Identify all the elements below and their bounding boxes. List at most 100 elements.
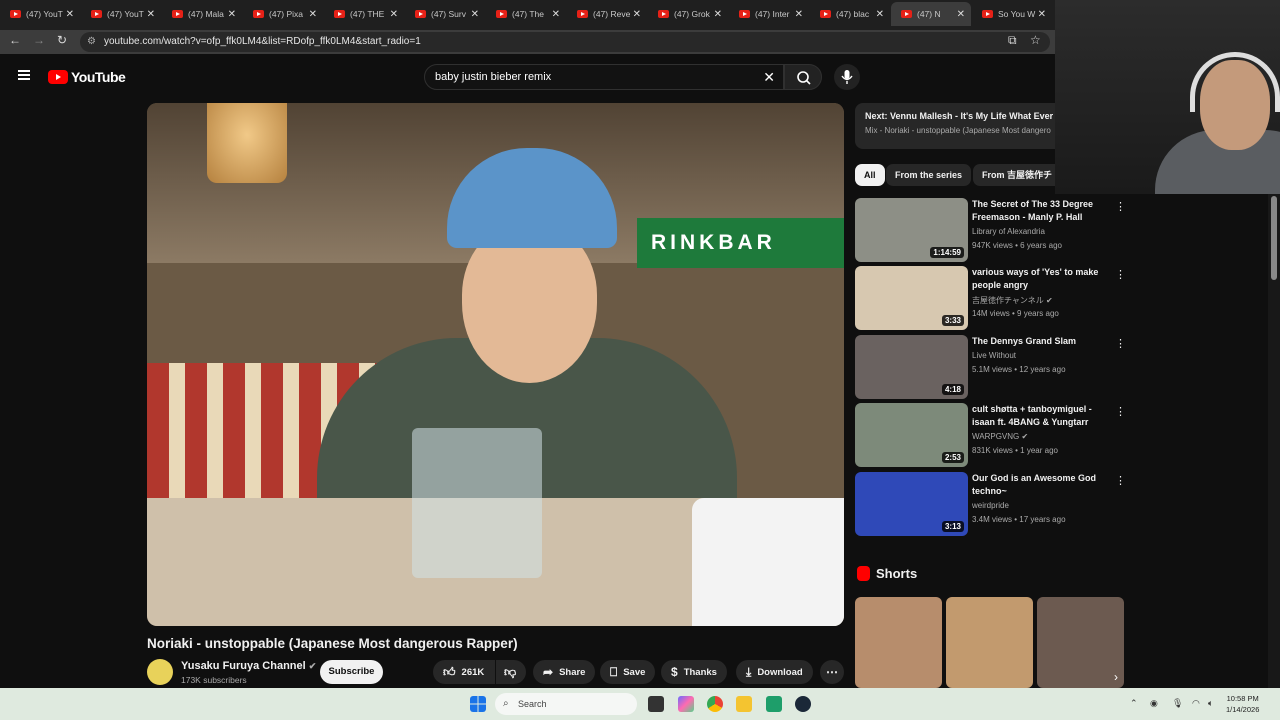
volume-icon[interactable]: 🔈︎ (1208, 698, 1213, 709)
voice-search-button[interactable] (834, 64, 860, 90)
close-tab-icon[interactable]: ✕ (876, 9, 884, 20)
recommendation-channel[interactable]: 吉屋徳作チャンネル ✔ (972, 295, 1053, 306)
more-actions-button[interactable]: ⋯ (820, 660, 844, 684)
close-tab-icon[interactable]: ✕ (1038, 9, 1046, 20)
save-button[interactable]: ⎕ Save (600, 660, 656, 684)
task-view-icon[interactable] (648, 696, 664, 712)
menu-icon[interactable] (18, 70, 30, 80)
copilot-icon[interactable] (678, 696, 694, 712)
recommendation-item[interactable]: 1:14:59 The Secret of The 33 Degree Freem… (855, 198, 1126, 262)
close-tab-icon[interactable]: ✕ (957, 9, 965, 20)
browser-tab[interactable]: (47) Surv ✕ (405, 4, 485, 24)
browser-tab[interactable]: (47) Mala ✕ (162, 4, 242, 24)
more-vertical-icon[interactable]: ⋮ (1115, 337, 1126, 350)
chevron-right-icon[interactable]: › (1114, 670, 1118, 684)
chip-all[interactable]: All (855, 164, 885, 186)
close-tab-icon[interactable]: ✕ (714, 9, 722, 20)
recommendation-title[interactable]: cult shøtta + tanboymiguel - isaan ft. 4… (972, 403, 1112, 429)
recommendation-channel[interactable]: Library of Alexandria (972, 227, 1045, 236)
search-input[interactable]: baby justin bieber remix ✕ (424, 64, 784, 90)
channel-avatar[interactable] (147, 659, 173, 685)
site-info-icon[interactable]: ⚙ (87, 32, 96, 52)
dislike-button[interactable]: 👎︎ (496, 660, 526, 684)
system-clock[interactable]: 10:58 PM 1/14/2026 (1226, 693, 1259, 715)
recommendation-title[interactable]: The Secret of The 33 Degree Freemason - … (972, 198, 1112, 224)
browser-tab[interactable]: (47) Inter ✕ (729, 4, 809, 24)
chrome-icon[interactable] (707, 696, 723, 712)
close-tab-icon[interactable]: ✕ (390, 9, 398, 20)
recommendation-title[interactable]: various ways of 'Yes' to make people ang… (972, 266, 1112, 292)
video-thumbnail[interactable]: 1:14:59 (855, 198, 968, 262)
recommendation-item[interactable]: 3:33 various ways of 'Yes' to make people… (855, 266, 1126, 330)
recommendation-item[interactable]: 4:18 The Dennys Grand Slam Live Without 5.1… (855, 335, 1126, 399)
close-tab-icon[interactable]: ✕ (471, 9, 479, 20)
close-tab-icon[interactable]: ✕ (309, 9, 317, 20)
microphone-tray-icon[interactable]: 🎙︎ (1172, 698, 1183, 709)
install-app-icon[interactable]: ⧉ (1008, 33, 1017, 48)
youtube-logo[interactable]: YouTube (48, 69, 126, 85)
wifi-icon[interactable]: ◠ (1192, 698, 1200, 709)
video-thumbnail[interactable]: 2:53 (855, 403, 968, 467)
clock-time: 10:58 PM (1226, 694, 1259, 703)
shorts-thumbnail[interactable] (946, 597, 1033, 688)
shorts-thumbnail[interactable] (1037, 597, 1124, 688)
channel-name[interactable]: Yusaku Furuya Channel ✔ (181, 660, 316, 672)
address-bar[interactable]: ⚙ youtube.com/watch?v=ofp_ffk0LM4&list=R… (80, 32, 1050, 52)
bookmark-star-icon[interactable]: ☆ (1030, 33, 1041, 47)
like-button[interactable]: 👍︎ 261K (433, 660, 495, 684)
more-vertical-icon[interactable]: ⋮ (1115, 200, 1126, 213)
scrollbar-thumb[interactable] (1271, 196, 1277, 280)
more-vertical-icon[interactable]: ⋮ (1115, 405, 1126, 418)
tray-app-icon[interactable]: ◉ (1150, 698, 1158, 709)
more-vertical-icon[interactable]: ⋮ (1115, 474, 1126, 487)
close-tab-icon[interactable]: ✕ (228, 9, 236, 20)
search-button[interactable] (784, 64, 822, 90)
show-hidden-icons-icon[interactable]: ⌃ (1130, 698, 1138, 709)
recommendation-channel[interactable]: weirdpride (972, 501, 1009, 510)
chip-from-the-series[interactable]: From the series (886, 164, 972, 186)
share-button[interactable]: ➦ Share (533, 660, 596, 684)
page-scrollbar[interactable] (1268, 194, 1280, 688)
recommendation-channel[interactable]: Live Without (972, 351, 1016, 360)
playlist-next-card[interactable]: Next: Vennu Mallesh - It's My Life What … (855, 103, 1055, 149)
browser-tab[interactable]: (47) N ✕ (891, 2, 971, 26)
thanks-button[interactable]: $ Thanks (661, 660, 727, 684)
close-tab-icon[interactable]: ✕ (66, 9, 74, 20)
recommendation-channel[interactable]: WARPGVNG ✔ (972, 432, 1028, 441)
browser-tab[interactable]: (47) YouT ✕ (81, 4, 161, 24)
more-vertical-icon[interactable]: ⋮ (1115, 268, 1126, 281)
close-tab-icon[interactable]: ✕ (147, 9, 155, 20)
close-tab-icon[interactable]: ✕ (633, 9, 641, 20)
clear-search-icon[interactable]: ✕ (763, 65, 775, 89)
back-icon[interactable]: ← (9, 33, 21, 47)
forward-icon[interactable]: → (33, 33, 45, 47)
download-button[interactable]: ⤓ Download (736, 660, 813, 684)
browser-tab[interactable]: (47) Reve ✕ (567, 4, 647, 24)
video-thumbnail[interactable]: 3:13 (855, 472, 968, 536)
browser-tab[interactable]: (47) blac ✕ (810, 4, 890, 24)
browser-tab[interactable]: (47) The ✕ (486, 4, 566, 24)
browser-tab[interactable]: (47) YouT ✕ (0, 4, 80, 24)
subscribe-button[interactable]: Subscribe (320, 660, 383, 684)
browser-tab[interactable]: So You W ✕ (972, 4, 1052, 24)
browser-tab[interactable]: (47) THE ✕ (324, 4, 404, 24)
video-thumbnail[interactable]: 3:33 (855, 266, 968, 330)
recommendation-title[interactable]: The Dennys Grand Slam (972, 335, 1112, 348)
file-explorer-icon[interactable] (736, 696, 752, 712)
taskbar-search[interactable]: ⌕ Search (495, 693, 637, 715)
video-thumbnail[interactable]: 4:18 (855, 335, 968, 399)
close-tab-icon[interactable]: ✕ (552, 9, 560, 20)
steam-icon[interactable] (795, 696, 811, 712)
reload-icon[interactable]: ↻ (57, 33, 67, 47)
browser-tab[interactable]: (47) Grok ✕ (648, 4, 728, 24)
close-tab-icon[interactable]: ✕ (795, 9, 803, 20)
recommendation-title[interactable]: Our God is an Awesome God techno~ (972, 472, 1112, 498)
recommendation-item[interactable]: 3:13 Our God is an Awesome God techno~ wei… (855, 472, 1126, 536)
windows-start-icon[interactable] (470, 696, 486, 712)
video-player[interactable]: RINKBAR (147, 103, 844, 626)
app-icon[interactable] (766, 696, 782, 712)
browser-tab[interactable]: (47) Pixa ✕ (243, 4, 323, 24)
chip-from-channel[interactable]: From 吉屋徳作チ (973, 164, 1055, 186)
recommendation-item[interactable]: 2:53 cult shøtta + tanboymiguel - isaan f… (855, 403, 1126, 467)
shorts-thumbnail[interactable] (855, 597, 942, 688)
